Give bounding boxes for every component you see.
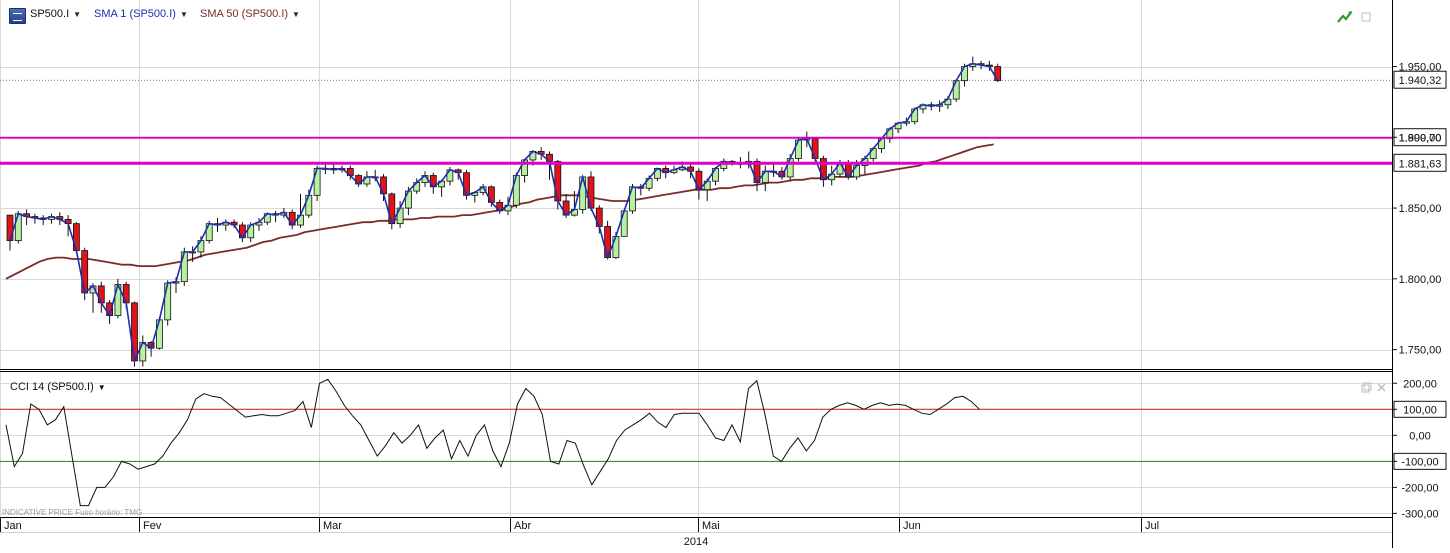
sma1-label: SMA 1 (SP500.I) [94,8,176,20]
month-label: Jan [4,520,22,532]
month-label: Mar [323,520,342,532]
sma1-line [9,62,999,364]
candles-layer [6,56,1002,367]
dropdown-arrow-icon: ▼ [292,10,300,19]
price-tick-label: 1.900,00 [1399,132,1442,144]
sma50-label: SMA 50 (SP500.I) [200,8,289,20]
month-label: Jun [903,520,921,532]
price-tick-label: 1.750,00 [1399,345,1442,357]
price-tick-label: 1.850,00 [1399,203,1442,215]
month-label: Abr [514,520,531,532]
candle-body [81,250,89,294]
month-label: Jul [1145,520,1159,532]
chart-svg[interactable]: 1.899,701.881,631.940,32 100,00-100,00 1… [0,0,1450,548]
sma50-selector[interactable]: SMA 50 (SP500.I) ▼ [200,8,300,20]
candle-body [164,282,172,321]
candle-body [629,186,636,212]
trend-up-icon[interactable] [1337,11,1352,23]
grid-lines [0,0,1392,517]
candle-body [180,251,188,283]
cci-level-label: -100,00 [1401,456,1438,468]
cci-selector[interactable]: CCI 14 (SP500.I) ▼ [10,381,106,393]
cci-layer: 100,00 -100,00 [0,378,1447,507]
candle-body [612,235,620,259]
cci-line [5,378,980,507]
cci-tick-label: -300,00 [1401,508,1438,520]
chart-frame [0,0,1393,548]
month-label: Fev [143,520,162,532]
candle-body [463,172,470,196]
price-level-label: 1.881,63 [1399,158,1442,170]
sma1-selector[interactable]: SMA 1 (SP500.I) ▼ [94,8,188,20]
chart-area[interactable]: 1.899,70 1.881,63 1.940,32 100,00 -100,00 1… [0,0,1450,548]
logo-icon [9,8,26,24]
cci-label: CCI 14 (SP500.I) [10,381,94,393]
sma1-layer [9,62,999,364]
candle-body [6,214,14,242]
toolbar-icons [1337,11,1386,393]
candle-body [620,210,628,237]
candle-body [313,168,321,196]
indicative-price-note: INDICATIVE PRICE Fuso horário: TMG [2,508,143,517]
price-tick-label: 1.800,00 [1399,274,1442,286]
symbol-label: SP500.I [30,8,70,20]
candle-body [587,176,595,209]
restore-icon[interactable] [1361,382,1372,393]
dropdown-arrow-icon: ▼ [73,10,82,19]
candle-body [155,319,163,349]
axis-layer: 1.950,00 1.900,00 1.850,00 1.800,00 1.750,00… [0,62,1442,548]
cci-tick-label: -200,00 [1401,482,1438,494]
cci-tick-label: 0,00 [1409,430,1430,442]
symbol-selector[interactable]: SP500.I ▼ [30,8,81,20]
price-tick-label: 1.950,00 [1399,62,1442,74]
dropdown-arrow-icon: ▼ [179,10,188,19]
current-price-label: 1.940,32 [1399,75,1442,87]
levels-layer: 1.899,701.881,631.940,32 [0,70,1447,172]
cci-tick-label: 200,00 [1403,378,1437,390]
close-icon[interactable] [1377,383,1386,392]
candle-body [512,175,520,206]
candle-body [73,223,80,251]
year-label: 2014 [684,536,708,548]
candle-body [554,160,562,202]
month-label: Mai [702,520,720,532]
dropdown-arrow-icon: ▼ [97,383,106,392]
cci-level-label: 100,00 [1403,404,1437,416]
candle-body [131,302,138,362]
candle-body [14,213,22,242]
maximize-icon[interactable] [1361,12,1371,22]
